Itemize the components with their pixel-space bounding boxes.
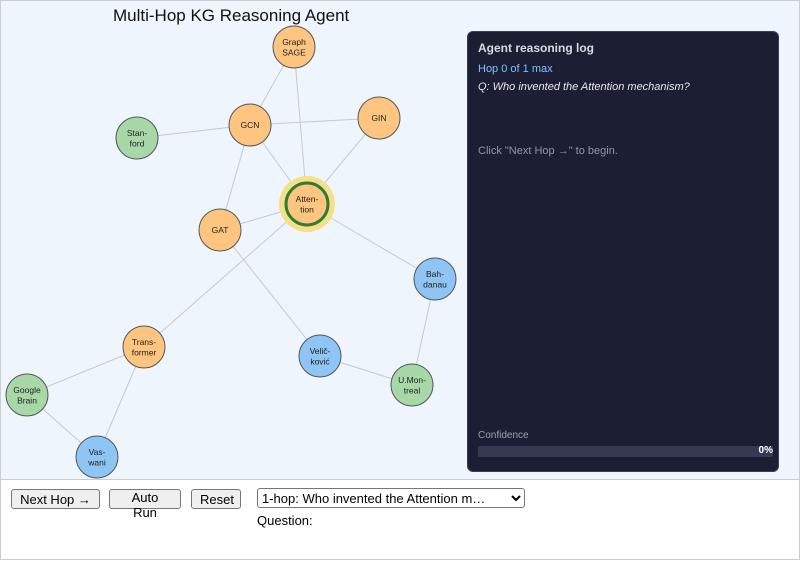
node-gcn[interactable]: GCN xyxy=(228,103,272,147)
node-label-gat: GAT xyxy=(212,225,229,235)
reset-button[interactable]: Reset xyxy=(191,489,241,509)
node-graphsage[interactable]: GraphSAGE xyxy=(272,25,316,69)
node-label-transformer: former xyxy=(132,347,157,357)
node-label-stanford: ford xyxy=(130,138,145,148)
control-bar: Next Hop → Auto Run Reset 1-hop: Who inv… xyxy=(0,480,800,560)
node-label-umontreal: U.Mon- xyxy=(398,375,426,385)
panel-title: Agent reasoning log xyxy=(478,41,595,55)
hop-status: Hop 0 of 1 max xyxy=(478,63,553,75)
confidence-value: 0% xyxy=(758,445,773,456)
confidence-bar: 0% xyxy=(478,445,773,457)
current-question: Q: Who invented the Attention mechanism? xyxy=(478,81,690,93)
node-velickovic[interactable]: Velič-ković xyxy=(298,334,342,378)
node-vaswani[interactable]: Vas-wani xyxy=(75,435,119,479)
node-stanford[interactable]: Stan-ford xyxy=(115,116,159,160)
node-label-attention: Atten- xyxy=(296,194,319,204)
node-googlebrain[interactable]: GoogleBrain xyxy=(5,373,49,417)
node-label-gcn: GCN xyxy=(241,120,260,130)
node-label-vaswani: Vas- xyxy=(89,447,106,457)
node-label-bahdanau: danau xyxy=(423,279,447,289)
node-label-bahdanau: Bah- xyxy=(426,269,444,279)
node-label-graphsage: Graph xyxy=(282,37,306,47)
auto-run-button[interactable]: Auto Run xyxy=(109,489,181,520)
start-hint: Click "Next Hop →" to begin. xyxy=(478,145,618,157)
node-label-velickovic: Velič- xyxy=(310,346,331,356)
node-bahdanau[interactable]: Bah-danau xyxy=(413,257,457,301)
next-hop-button[interactable]: Next Hop → xyxy=(11,489,100,509)
node-label-transformer: Trans- xyxy=(132,337,156,347)
node-label-gin: GIN xyxy=(371,113,386,123)
node-attention[interactable]: Atten-tion xyxy=(279,176,335,232)
node-label-stanford: Stan- xyxy=(127,128,147,138)
node-gin[interactable]: GIN xyxy=(357,96,401,140)
node-label-umontreal: treal xyxy=(404,385,421,395)
graph-canvas[interactable]: Graph SAGE GCN GIN Stan-ford Atten-tion GAT Bah… xyxy=(0,0,800,480)
node-label-velickovic: ković xyxy=(310,356,330,366)
node-label-attention: tion xyxy=(300,204,314,214)
node-label-graphsage: SAGE xyxy=(282,47,306,57)
node-label-googlebrain: Google xyxy=(13,385,41,395)
node-label-googlebrain: Brain xyxy=(17,395,37,405)
page-title: Multi-Hop KG Reasoning Agent xyxy=(113,6,350,25)
question-select[interactable]: 1-hop: Who invented the Attention m… xyxy=(257,488,525,508)
node-gat[interactable]: GAT xyxy=(198,208,242,252)
reasoning-log-panel: Agent reasoning log Hop 0 of 1 max Q: Wh… xyxy=(467,31,779,472)
node-transformer[interactable]: Trans-former xyxy=(122,325,166,369)
confidence-label: Confidence xyxy=(478,430,529,441)
node-umontreal[interactable]: U.Mon-treal xyxy=(390,363,434,407)
node-label-vaswani: wani xyxy=(87,457,106,467)
edge-gat-velickovic xyxy=(219,229,321,357)
question-label: Question: xyxy=(257,513,313,528)
